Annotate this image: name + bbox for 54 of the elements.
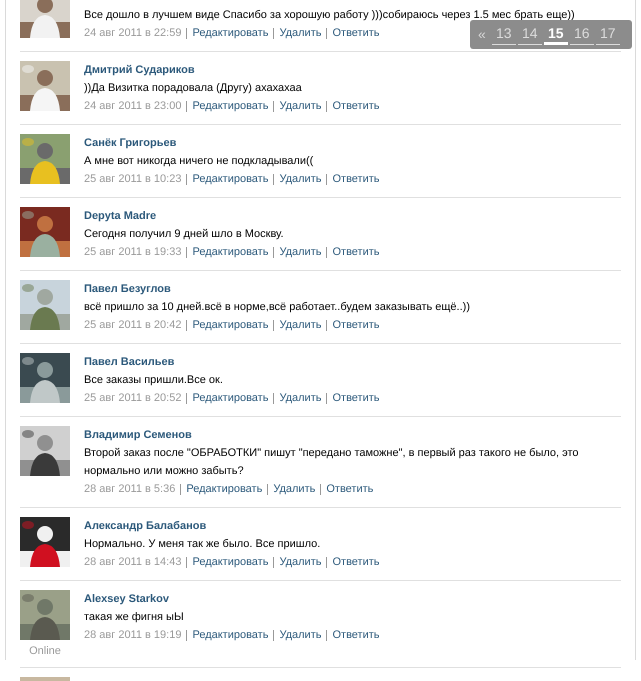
comment-date: 25 авг 2011 в 20:42 (84, 318, 182, 333)
action-link[interactable]: Удалить (273, 480, 316, 498)
action-link[interactable]: Редактировать (192, 389, 268, 407)
author-name[interactable]: Depyta Madre (84, 210, 156, 222)
action-link[interactable]: Удалить (279, 24, 322, 42)
action-link[interactable]: Удалить (279, 389, 322, 407)
action-link[interactable]: Удалить (279, 170, 322, 188)
comment-text: ))Да Визитка порадовала (Другу) ахахахаа (84, 81, 303, 96)
action-link[interactable]: Удалить (279, 97, 322, 115)
author-name[interactable]: Павел Васильев (84, 356, 174, 368)
action-link[interactable]: Ответить (332, 97, 380, 115)
author-name[interactable]: Alexsey Starkov (84, 593, 169, 605)
comment-text: Второй заказ после "ОБРАБОТКИ" пишут "передано таможне", в первый раз такого не было, это нормально или можно забыть? (84, 446, 580, 479)
action-link[interactable]: Редактировать (192, 243, 268, 261)
action-link[interactable]: Редактировать (192, 170, 268, 188)
action-link[interactable]: Ответить (332, 626, 380, 644)
online-status: Online (29, 644, 61, 658)
action-link[interactable]: Редактировать (192, 316, 268, 334)
comment-text: такая же фигня ыЫ (84, 610, 185, 625)
comment-date: 28 авг 2011 в 5:36 (84, 482, 176, 497)
comment-text: Все дошло в лучшем виде Спасибо за хорошую работу )))собираюсь через 1.5 мес брать еще)) (84, 8, 576, 23)
author-name[interactable]: Владимир Семенов (84, 429, 192, 441)
action-link[interactable]: Ответить (332, 24, 380, 42)
action-link[interactable]: Ответить (332, 553, 380, 571)
comment-date: 25 авг 2011 в 19:33 (84, 245, 182, 260)
comment-text: Все заказы пришли.Все ок. (84, 373, 224, 388)
comment-date: 28 авг 2011 в 14:43 (84, 555, 182, 570)
action-link[interactable]: Удалить (279, 553, 322, 571)
comment-date: 24 авг 2011 в 22:59 (84, 26, 182, 41)
comment-date: 25 авг 2011 в 10:23 (84, 172, 182, 187)
action-link[interactable]: Редактировать (192, 97, 268, 115)
action-link[interactable]: Редактировать (192, 626, 268, 644)
comment-date: 24 авг 2011 в 23:00 (84, 99, 182, 114)
comment-text: Нормально. У меня так же было. Все пришло. (84, 537, 322, 552)
action-link[interactable]: Ответить (326, 480, 374, 498)
author-name[interactable]: Александр Балабанов (84, 520, 206, 532)
action-link[interactable]: Удалить (279, 243, 322, 261)
action-link[interactable]: Ответить (332, 389, 380, 407)
action-link[interactable]: Удалить (279, 316, 322, 334)
author-name[interactable]: Дмитрий Судариков (84, 64, 195, 76)
action-link[interactable]: Редактировать (192, 24, 268, 42)
action-link[interactable]: Редактировать (186, 480, 262, 498)
action-link[interactable]: Ответить (332, 243, 380, 261)
action-link[interactable]: Редактировать (192, 553, 268, 571)
author-name[interactable]: Павел Безуглов (84, 283, 171, 295)
action-link[interactable]: Ответить (332, 170, 380, 188)
comment-date: 25 авг 2011 в 20:52 (84, 391, 182, 406)
action-link[interactable]: Удалить (279, 626, 322, 644)
comment-text: всё пришло за 10 дней.всё в норме,всё работает..будем заказывать ещё..)) (84, 300, 471, 315)
comment-text: Сегодня получил 9 дней шло в Москву. (84, 227, 285, 242)
author-name[interactable]: Санёк Григорьев (84, 137, 176, 149)
comment-date: 28 авг 2011 в 19:19 (84, 628, 182, 643)
comment-text: А мне вот никогда ничего не подкладывали(( (84, 154, 314, 169)
action-link[interactable]: Ответить (332, 316, 380, 334)
